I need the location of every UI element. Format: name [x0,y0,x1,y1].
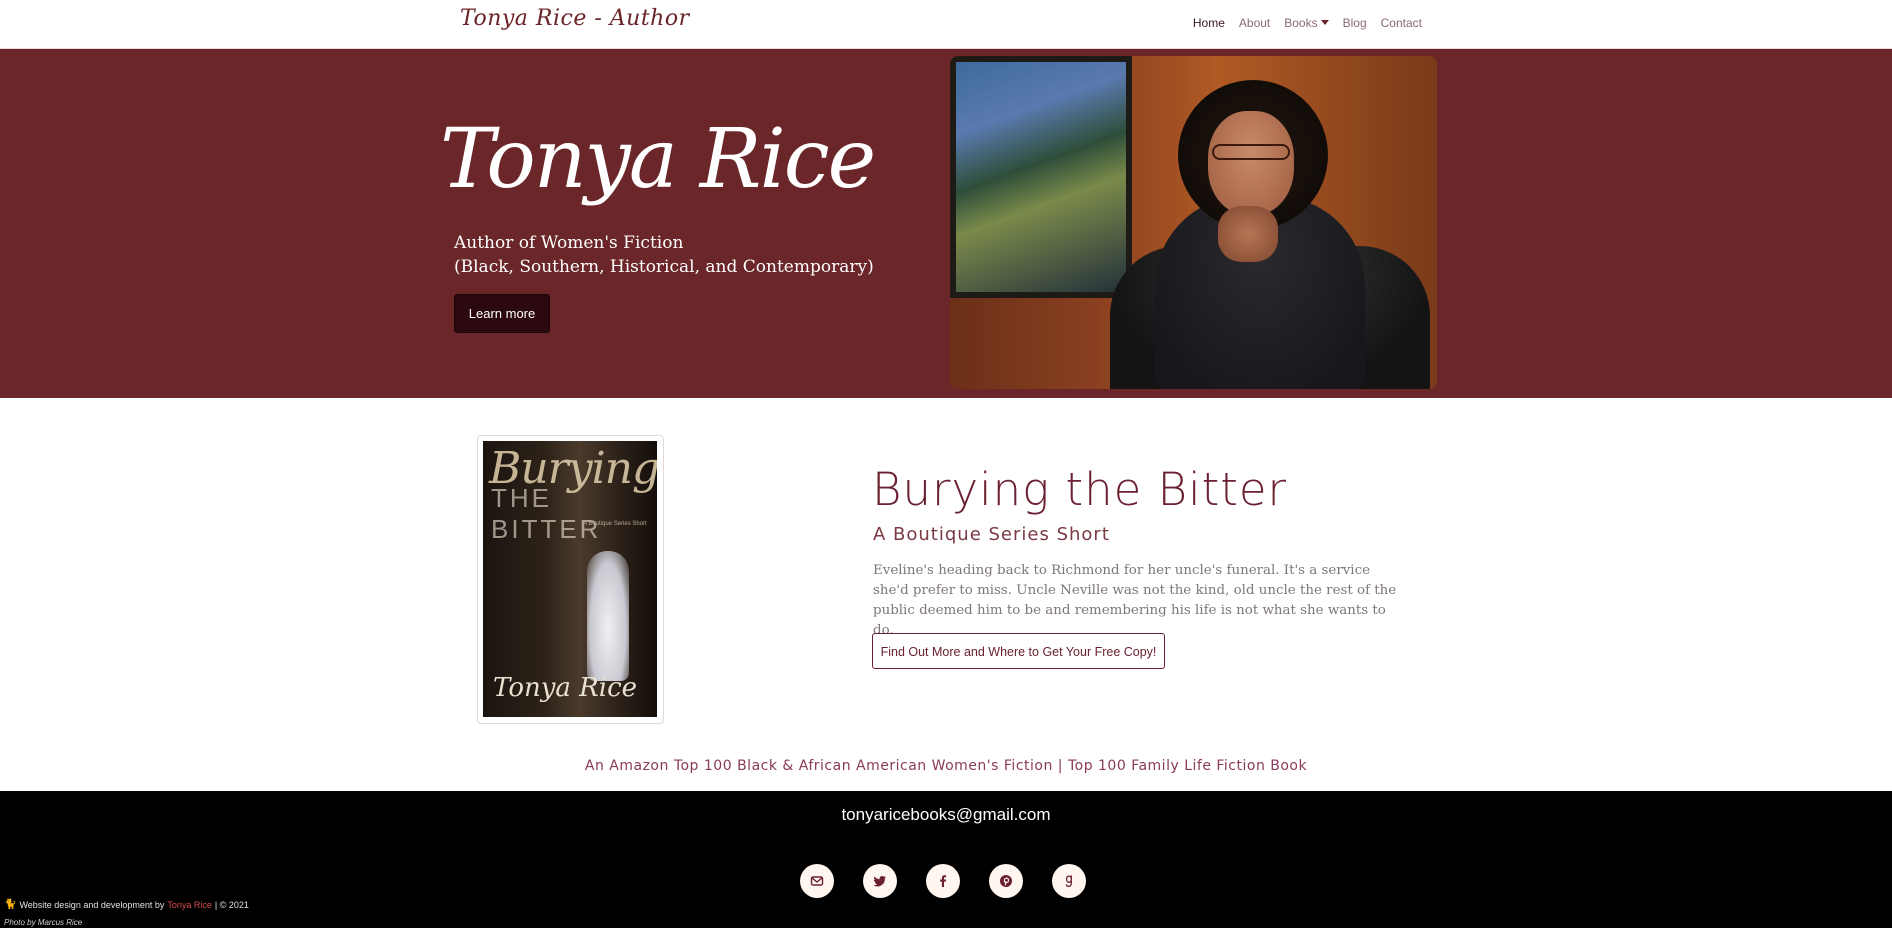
credit-name-link[interactable]: Tonya Rice [167,900,212,910]
goodreads-icon [1065,875,1072,888]
main-nav: Home About Books Blog Contact [1193,16,1422,30]
nav-books[interactable]: Books [1284,16,1329,30]
nav-blog[interactable]: Blog [1343,16,1367,30]
book-cover-frame[interactable]: Burying THE BITTER A Boutique Series Sho… [477,435,664,724]
hero-section: Tonya Rice Author of Women's Fiction (Bl… [0,49,1892,398]
cover-subtitle: THE BITTER [491,483,602,544]
book-title: Burying the Bitter [872,463,1288,516]
hero-title: Tonya Rice [440,112,876,207]
book-subtitle: A Boutique Series Short [873,524,1110,545]
nav-contact[interactable]: Contact [1381,16,1422,30]
pinterest-social-button[interactable] [989,864,1023,898]
navbar: Tonya Rice - Author Home About Books Blo… [0,0,1892,49]
cover-figure [587,551,629,681]
goodreads-social-button[interactable] [1052,864,1086,898]
email-icon [810,876,824,886]
footer: tonyaricebooks@gmail.com 🐈 Website desig… [0,791,1892,928]
awards-tagline: An Amazon Top 100 Black & African Americ… [584,758,1308,774]
nav-home[interactable]: Home [1193,16,1225,30]
nav-books-label: Books [1284,16,1318,30]
cat-icon: 🐈 [4,899,17,910]
footer-credit: 🐈 Website design and development by Tony… [4,899,249,910]
author-glasses [1212,144,1290,160]
caret-down-icon [1320,20,1329,25]
pinterest-icon [1000,875,1012,887]
photo-credit: Photo by Marcus Rice [4,918,83,927]
author-face [1208,111,1294,215]
credit-suffix: | © 2021 [214,899,249,910]
nav-about[interactable]: About [1239,16,1270,30]
twitter-icon [873,876,886,887]
twitter-social-button[interactable] [863,864,897,898]
painting-in-photo [950,56,1132,298]
credit-prefix: Website design and development by [19,899,165,910]
social-links [800,864,1086,898]
hero-subtitle: Author of Women's Fiction (Black, Southe… [454,231,874,279]
facebook-icon [940,875,947,887]
hero-subtitle-line1: Author of Women's Fiction [454,233,684,253]
brand-logo[interactable]: Tonya Rice - Author [460,6,690,31]
cover-tagline: A Boutique Series Short [583,521,647,527]
cover-author: Tonya Rice [493,673,638,703]
author-photo [950,56,1437,389]
learn-more-button[interactable]: Learn more [454,294,550,333]
email-social-button[interactable] [800,864,834,898]
footer-email-link[interactable]: tonyaricebooks@gmail.com [0,805,1892,825]
facebook-social-button[interactable] [926,864,960,898]
author-hand [1218,206,1278,262]
book-cover-image: Burying THE BITTER A Boutique Series Sho… [483,441,657,717]
book-description: Eveline's heading back to Richmond for h… [873,563,1397,638]
hero-subtitle-line2: (Black, Southern, Historical, and Contem… [454,257,874,277]
find-out-more-button[interactable]: Find Out More and Where to Get Your Free… [872,633,1165,669]
